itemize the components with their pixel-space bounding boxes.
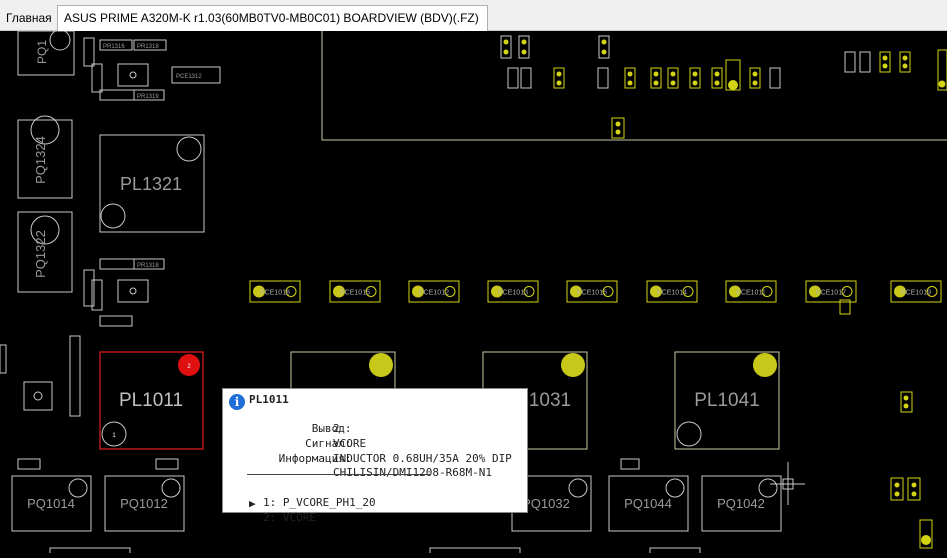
tooltip-pin-1: 1: P_VCORE_PH1_20: [263, 496, 376, 509]
pin1-label: 1: [112, 433, 116, 439]
part-pq1044[interactable]: PQ1044: [608, 475, 689, 532]
capacitor-label: PCE1011: [736, 290, 766, 297]
capacitor-label: PCE1014: [657, 290, 687, 297]
current-pin-marker-icon: ▶: [249, 497, 256, 510]
capacitor-label: PCE1013: [498, 290, 528, 297]
capacitor-pce1019[interactable]: PCE1019: [890, 280, 942, 303]
label-pq1032: PQ1032: [522, 496, 570, 511]
label-pl1031: 1031: [529, 390, 571, 411]
tooltip-row-info-2: CHILISIN/DMI1208-R68M-N1: [333, 466, 492, 479]
label-pq1042: PQ1042: [717, 496, 765, 511]
tooltip-row-pin: Вывод: 2: [311, 422, 352, 435]
capacitor-pce1018[interactable]: PCE1018: [249, 280, 301, 303]
label-pq1: PQ1: [35, 40, 49, 64]
tooltip-title: PL1011: [249, 393, 289, 406]
part-pq1-top[interactable]: PQ1: [17, 29, 75, 76]
part-pq1014[interactable]: PQ1014: [11, 475, 92, 532]
svg-text:PR1318: PR1318: [137, 44, 159, 50]
label-pl1011: PL1011: [119, 390, 183, 411]
part-pq1324[interactable]: PQ1324: [17, 115, 73, 199]
capacitor-label: PCE1017: [816, 290, 846, 297]
part-pl1011[interactable]: 2 1 PL1011: [99, 351, 204, 450]
tab-boardview[interactable]: ASUS PRIME A320M-K r1.03(60MB0TV0-MB0C01…: [57, 5, 488, 31]
part-pq1012[interactable]: PQ1012: [104, 475, 185, 532]
svg-text:PR1319: PR1319: [137, 94, 159, 100]
tooltip-separator: [247, 474, 431, 475]
capacitor-label: PCE1015: [340, 290, 370, 297]
capacitor-label: PCE1016: [577, 290, 607, 297]
label-pq1322: PQ1322: [33, 230, 48, 278]
label-pl1041: PL1041: [694, 390, 760, 411]
label-pq1324: PQ1324: [33, 136, 48, 184]
label-pq1012: PQ1012: [120, 496, 168, 511]
part-pq1322[interactable]: PQ1322: [17, 211, 73, 293]
label-pq1014: PQ1014: [27, 496, 75, 511]
capacitor-pce1015[interactable]: PCE1015: [329, 280, 381, 303]
svg-text:PR1318: PR1318: [137, 263, 159, 269]
capacitor-label: PCE1019: [901, 290, 931, 297]
crosshair-cursor: [770, 462, 805, 505]
top-pads-dots: [503, 39, 946, 135]
label-pl1321: PL1321: [120, 174, 182, 194]
bottom-outlines: [49, 547, 701, 553]
capacitor-row: PCE1018 PCE1015 PCE1012 PCE1013 PCE1016 PCE10…: [249, 280, 942, 315]
capacitor-pce1014[interactable]: PCE1014: [646, 280, 698, 303]
svg-text:PR1316: PR1316: [103, 44, 125, 50]
capacitor-pce1013[interactable]: PCE1013: [487, 280, 539, 303]
capacitor-pce1017[interactable]: PCE1017: [805, 280, 857, 303]
tab-bar: Главная ASUS PRIME A320M-K r1.03(60MB0TV…: [0, 0, 947, 31]
capacitor-pce1016[interactable]: PCE1016: [566, 280, 618, 303]
tooltip-pin-2: ▶ 2: VCORE: [249, 497, 316, 524]
capacitor-label: PCE1018: [260, 290, 290, 297]
part-pl1041[interactable]: PL1041: [674, 351, 780, 450]
svg-text:PCE1312: PCE1312: [176, 74, 202, 80]
part-pq1042[interactable]: PQ1042: [701, 475, 782, 532]
tooltip-row-info: Информация: INDUCTOR 0.68UH/35A 20% DIP: [278, 452, 512, 465]
part-info-tooltip: i PL1011 Вывод: 2 Сигнал: VCORE Информация…: [222, 388, 528, 524]
capacitor-label: PCE1012: [419, 290, 449, 297]
tab-home[interactable]: Главная: [0, 6, 56, 30]
tooltip-row-signal: Сигнал: VCORE: [305, 437, 367, 450]
part-pl1321[interactable]: PL1321: [99, 134, 205, 233]
capacitor-pce1012[interactable]: PCE1012: [408, 280, 460, 303]
top-pad-array: [500, 35, 947, 139]
capacitor-pce1011[interactable]: PCE1011: [725, 280, 777, 303]
label-pq1044: PQ1044: [624, 496, 672, 511]
